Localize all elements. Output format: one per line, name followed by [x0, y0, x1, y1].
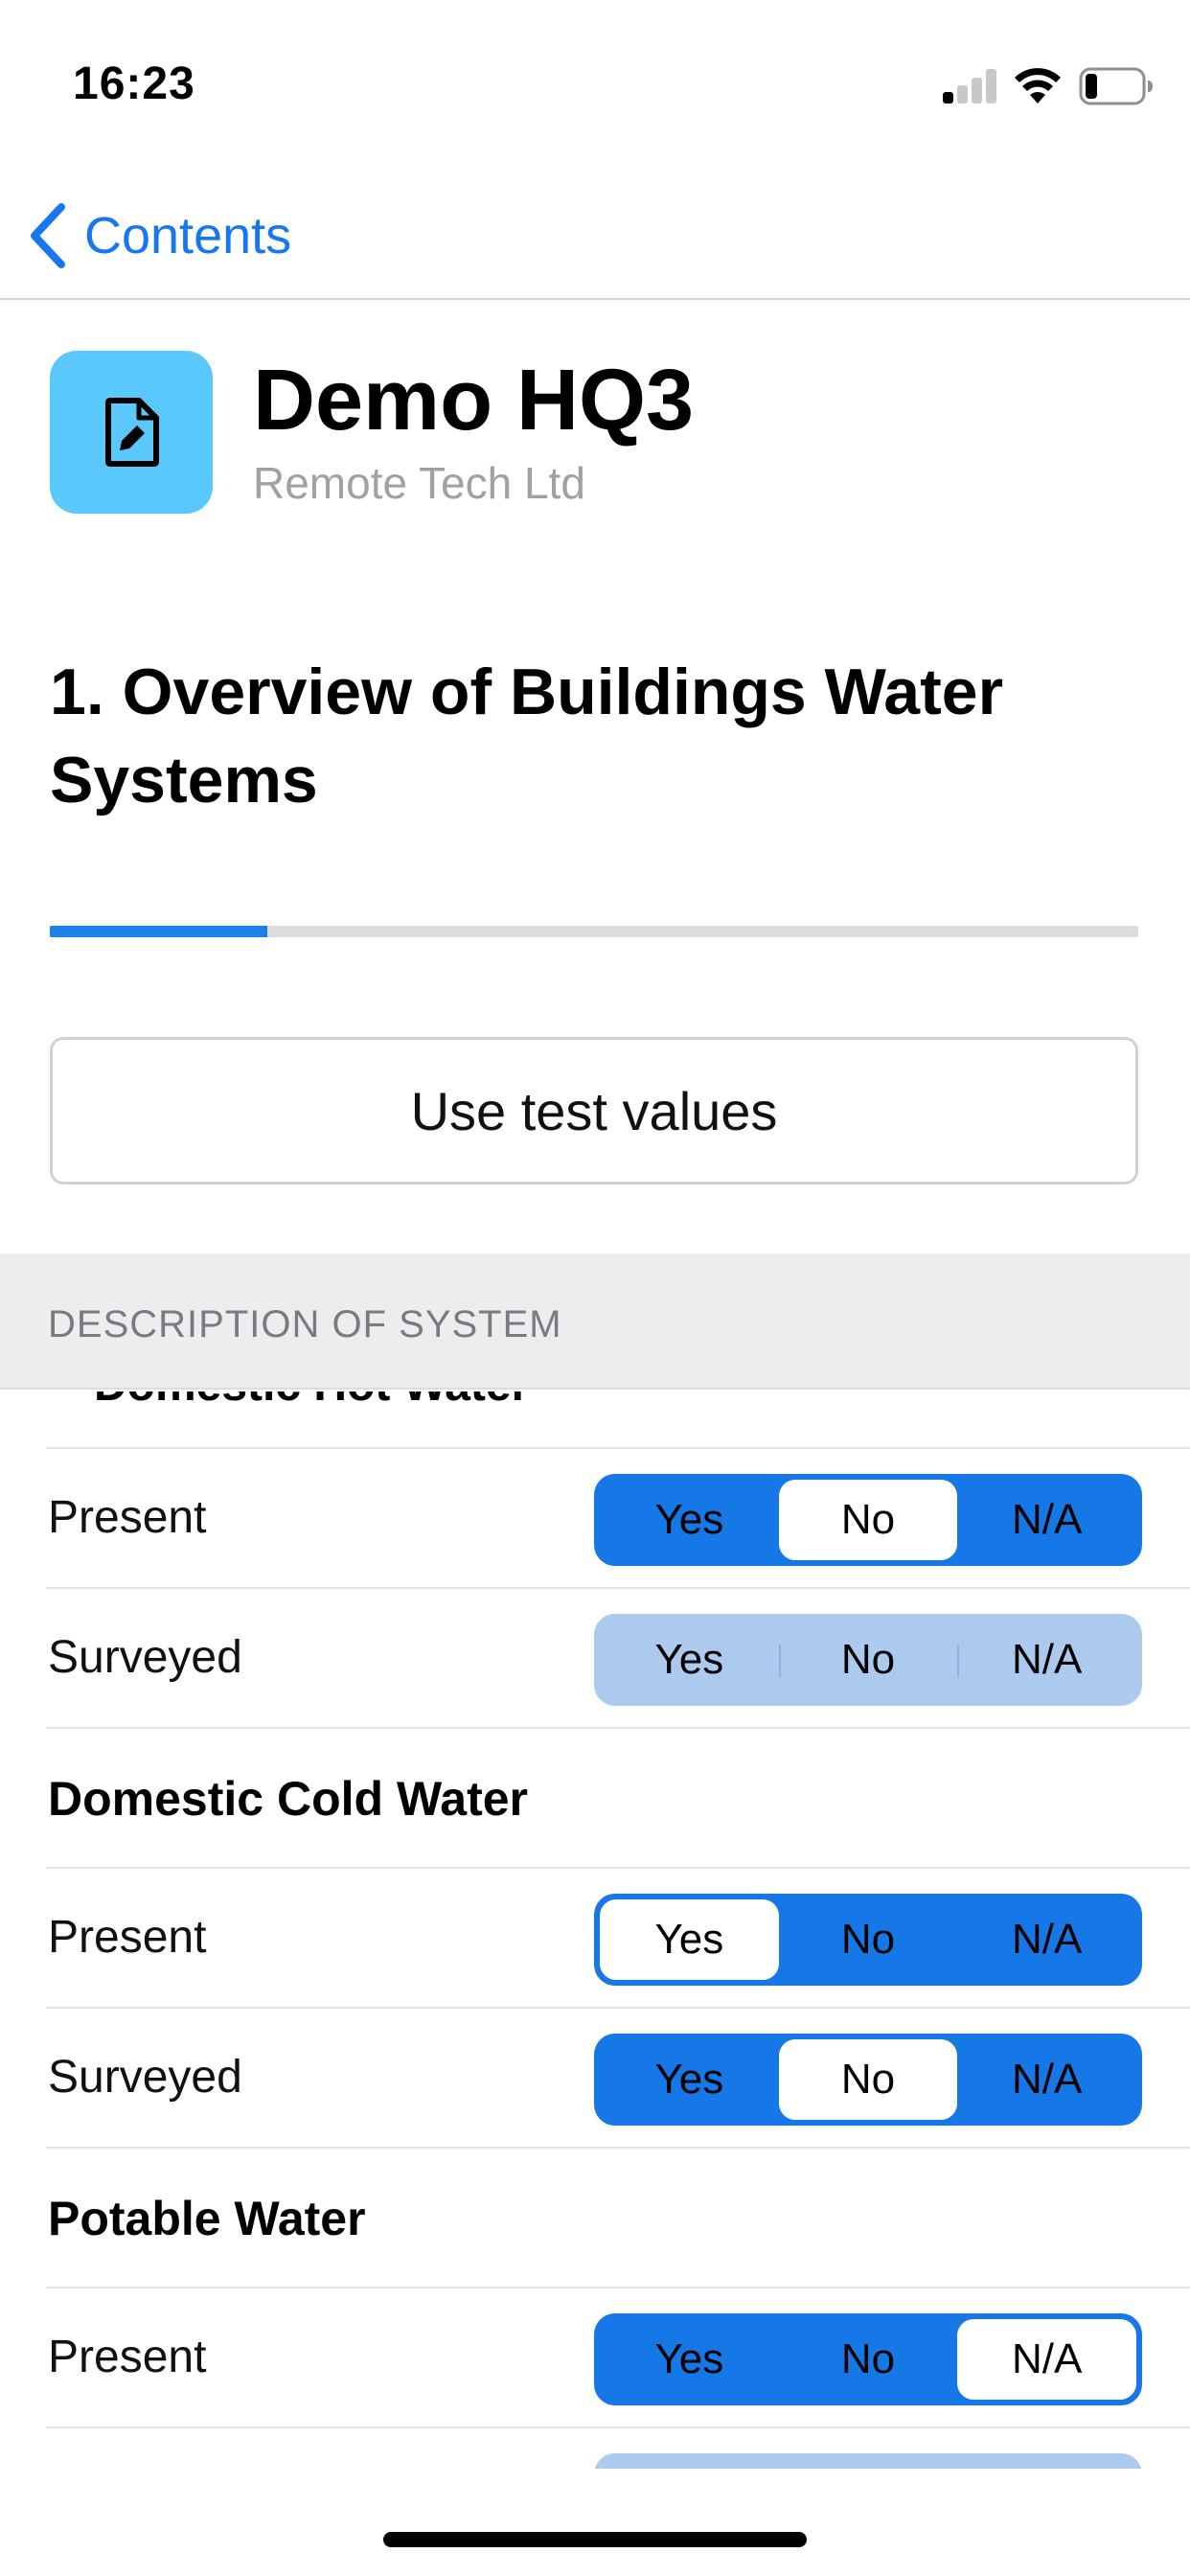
group-heading: Domestic Hot Water — [94, 1392, 529, 1412]
yes-no-na-segmented-control[interactable]: Yes No N/A — [594, 1614, 1142, 1706]
segment-option-no[interactable]: No — [778, 1480, 958, 1560]
group-heading-row: Domestic Cold Water — [46, 1729, 1190, 1869]
segment-option-yes[interactable]: Yes — [600, 1620, 779, 1700]
row-label: Present — [48, 1492, 207, 1543]
document-subtitle: Remote Tech Ltd — [253, 458, 585, 508]
form-row-present: Present Yes No N/A — [46, 2288, 1190, 2428]
home-indicator — [383, 2532, 807, 2547]
document-header: Demo HQ3 Remote Tech Ltd — [50, 351, 1142, 514]
chevron-left-icon — [31, 203, 65, 268]
segment-option-yes[interactable]: Yes — [600, 1480, 779, 1560]
segment-option-no[interactable]: No — [778, 1620, 958, 1700]
segmented-control-partial[interactable] — [594, 2453, 1142, 2469]
group-heading-row: Potable Water — [46, 2149, 1190, 2288]
yes-no-na-segmented-control[interactable]: Yes No N/A — [594, 1474, 1142, 1566]
row-label: Surveyed — [48, 1632, 242, 1683]
document-edit-icon — [50, 351, 213, 514]
progress-fill — [50, 926, 268, 937]
segment-option-no[interactable]: No — [778, 2039, 958, 2120]
row-label: Surveyed — [48, 2052, 242, 2103]
section-header-label: DESCRIPTION OF SYSTEM — [48, 1303, 562, 1346]
status-time: 16:23 — [73, 58, 195, 109]
yes-no-na-segmented-control[interactable]: Yes No N/A — [594, 1894, 1142, 1986]
use-test-values-button[interactable]: Use test values — [50, 1037, 1138, 1184]
segment-option-na[interactable]: N/A — [957, 2319, 1137, 2400]
segment-option-yes[interactable]: Yes — [600, 1899, 779, 1980]
form-row-surveyed: Surveyed Yes No N/A — [46, 1589, 1190, 1729]
section-title: 1. Overview of Buildings Water Systems — [50, 656, 1004, 816]
back-button[interactable]: Contents — [23, 197, 291, 274]
navigation-bar: Contents — [0, 172, 1190, 300]
group-heading: Potable Water — [48, 2192, 366, 2245]
cellular-signal-icon — [943, 69, 998, 104]
segment-option-no[interactable]: No — [779, 2319, 958, 2400]
row-label: Present — [48, 1912, 207, 1963]
yes-no-na-segmented-control[interactable]: Yes No N/A — [594, 2034, 1142, 2126]
segment-option-na[interactable]: N/A — [957, 1620, 1136, 1700]
form-list[interactable]: Domestic Hot Water PresentYesNoN/ASurvey… — [0, 1392, 1190, 2469]
form-row-present: Present Yes No N/A — [46, 1869, 1190, 2009]
form-row-present: Present Yes No N/A — [46, 1449, 1190, 1589]
back-button-label: Contents — [84, 207, 292, 264]
group-heading: Domestic Cold Water — [48, 1772, 529, 1826]
segment-option-na[interactable]: N/A — [957, 1480, 1136, 1560]
status-bar: 16:23 — [0, 0, 1190, 172]
form-row-surveyed: Surveyed Yes No N/A — [46, 2009, 1190, 2149]
document-title: Demo HQ3 — [253, 353, 695, 448]
wifi-icon — [1015, 68, 1061, 104]
section-header: DESCRIPTION OF SYSTEM — [0, 1254, 1190, 1390]
segment-option-no[interactable]: No — [779, 1899, 958, 1980]
segment-option-yes[interactable]: Yes — [600, 2039, 779, 2120]
partial-heading-row: Domestic Hot Water — [46, 1392, 1190, 1449]
yes-no-na-segmented-control[interactable]: Yes No N/A — [594, 2313, 1142, 2405]
segment-option-na[interactable]: N/A — [957, 2039, 1136, 2120]
segment-option-na[interactable]: N/A — [957, 1899, 1136, 1980]
progress-bar — [50, 926, 1138, 937]
battery-icon — [1079, 67, 1153, 105]
segment-option-yes[interactable]: Yes — [600, 2319, 779, 2400]
row-label: Present — [48, 2332, 207, 2382]
